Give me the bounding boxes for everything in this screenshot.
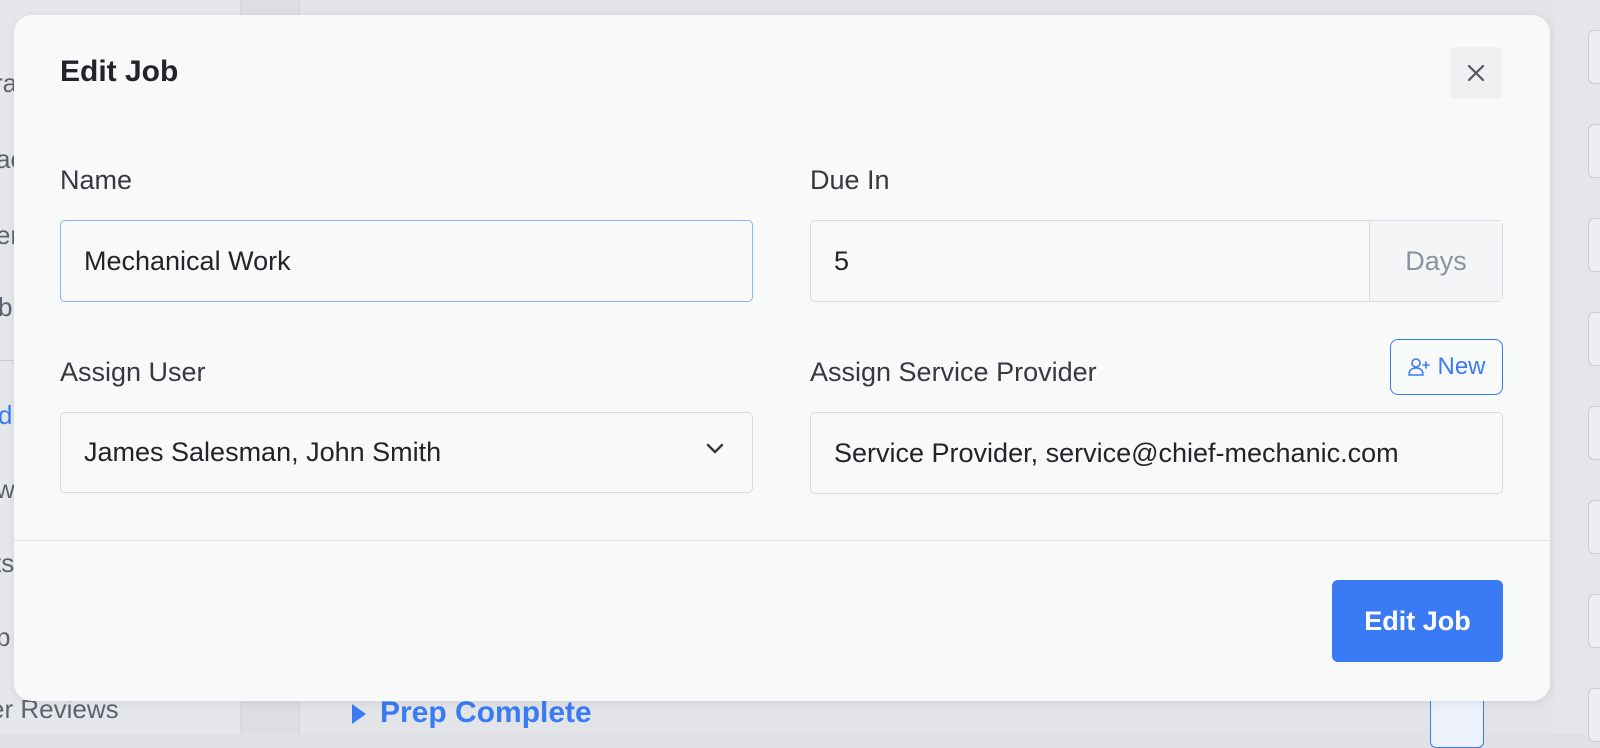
sidebar-item-active[interactable]: d [0,400,12,431]
due-in-input[interactable]: 5 [811,221,1369,301]
assign-service-provider-value: Service Provider, service@chief-mechanic… [834,437,1399,468]
assign-service-provider-label: Assign Service Provider [810,357,1097,387]
edit-job-modal: Edit Job Name Due In 5 Days Assign User … [14,15,1550,701]
modal-footer-divider [14,540,1550,541]
close-button[interactable] [1450,47,1502,99]
sidebar-item[interactable]: b [0,292,12,323]
assign-user-label: Assign User [60,357,206,387]
due-in-label: Due In [810,165,890,195]
user-plus-icon [1408,358,1431,376]
background-edit-button[interactable] [1430,696,1484,748]
close-icon [1467,64,1485,82]
sidebar-item[interactable]: p [0,622,10,653]
due-in-group: 5 Days [810,220,1503,302]
background-right-edge [1554,0,1600,742]
caret-right-icon [352,704,366,725]
background-control[interactable] [1588,500,1600,554]
chevron-down-icon [706,443,724,454]
background-section-heading[interactable]: Prep Complete [352,696,592,730]
background-control[interactable] [1588,30,1600,84]
due-in-unit: Days [1369,221,1502,301]
background-control[interactable] [1588,124,1600,178]
edit-job-submit-button[interactable]: Edit Job [1332,580,1503,662]
modal-title: Edit Job [60,55,179,88]
new-button-label: New [1437,353,1486,380]
name-input[interactable] [84,245,752,277]
background-control[interactable] [1588,218,1600,272]
assign-user-select[interactable]: James Salesman, John Smith [60,412,753,493]
name-label: Name [60,165,133,195]
background-control[interactable] [1588,594,1600,648]
background-control[interactable] [1588,312,1600,366]
assign-service-provider-field[interactable]: Service Provider, service@chief-mechanic… [810,412,1503,494]
background-control[interactable] [1588,406,1600,460]
new-service-provider-button[interactable]: New [1390,339,1503,395]
sidebar-item[interactable]: ts [0,548,14,579]
assign-user-value: James Salesman, John Smith [84,437,442,467]
name-field[interactable] [60,220,753,302]
